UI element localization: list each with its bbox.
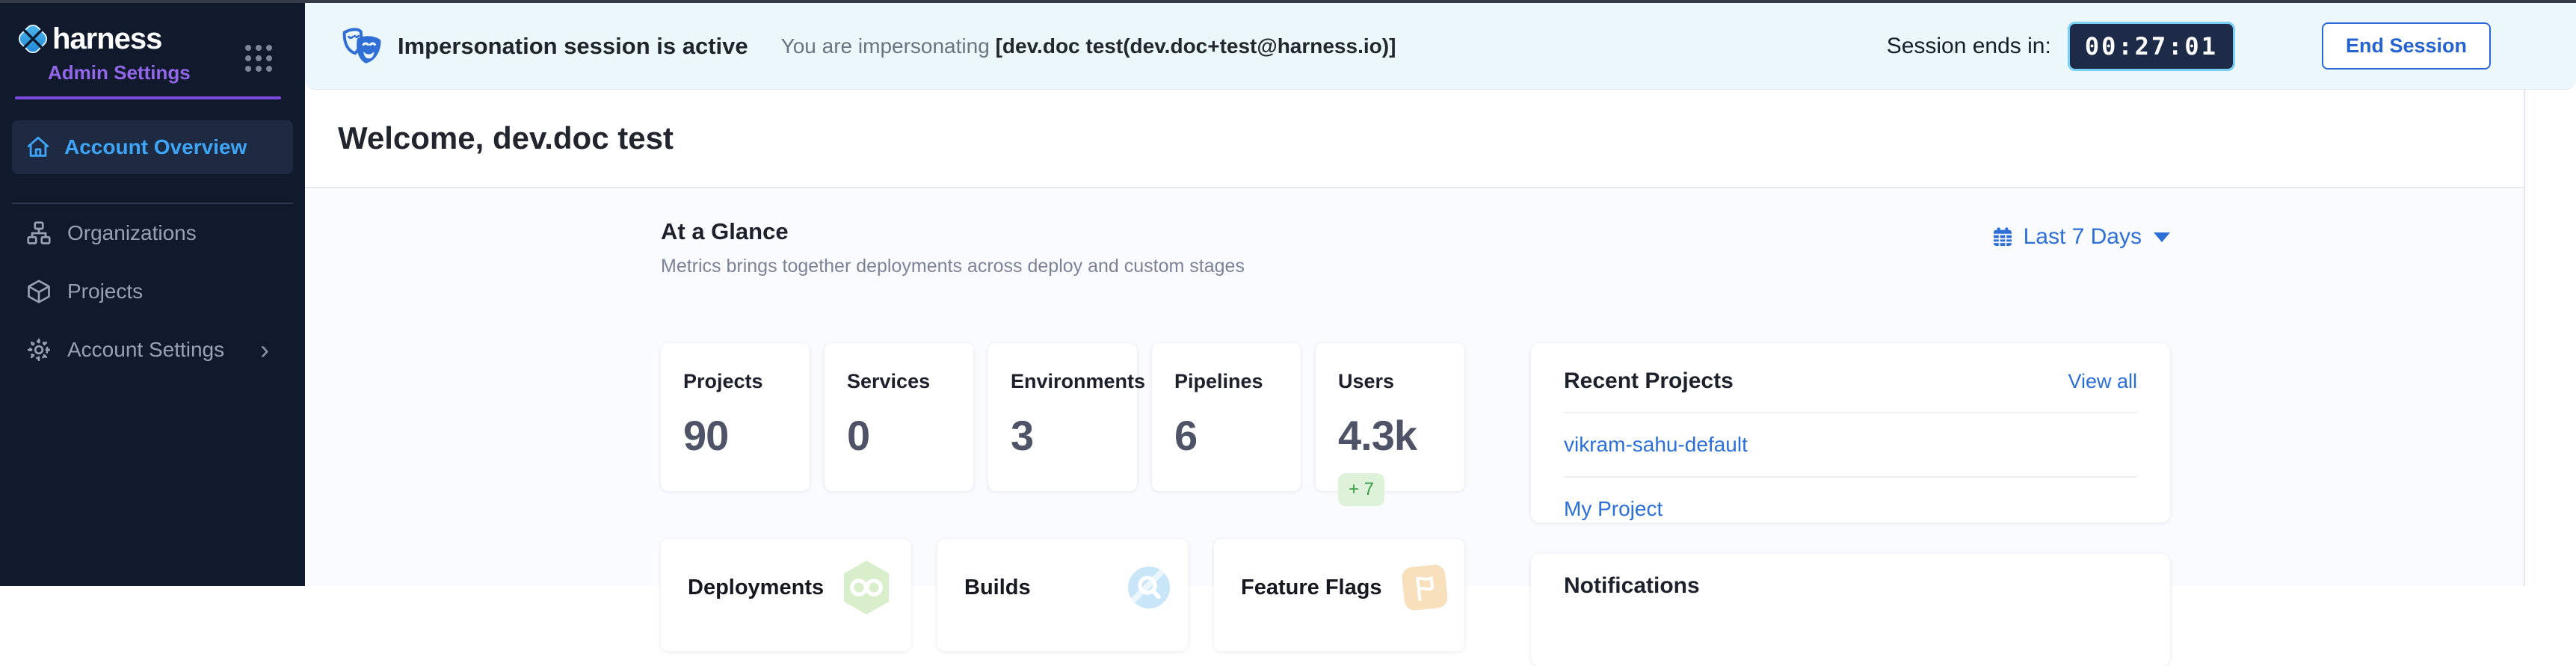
- module-label: Deployments: [688, 576, 824, 600]
- date-range-label: Last 7 Days: [2024, 224, 2142, 250]
- deployments-icon: [839, 559, 893, 616]
- module-label: Builds: [964, 576, 1031, 600]
- stat-card-users: Users 4.3k + 7: [1316, 343, 1464, 491]
- impersonation-banner: Impersonation session is active You are …: [305, 3, 2576, 90]
- end-session-button[interactable]: End Session: [2322, 22, 2491, 70]
- stat-value: 4.3k: [1338, 411, 1449, 460]
- view-all-link[interactable]: View all: [2068, 370, 2137, 393]
- logo-wordmark: harness: [52, 22, 161, 56]
- sidebar-item-label: Account Settings: [67, 338, 224, 362]
- session-ends-label: Session ends in:: [1887, 34, 2051, 59]
- section-subtitle: Metrics brings together deployments acro…: [661, 256, 1245, 277]
- users-delta-badge: + 7: [1338, 473, 1384, 506]
- home-icon: [25, 135, 51, 160]
- notifications-panel: Notifications: [1531, 554, 2170, 666]
- impersonating-prefix: You are impersonating: [781, 34, 996, 58]
- caret-down-icon: [2154, 232, 2170, 242]
- stat-card-projects: Projects 90: [661, 343, 810, 491]
- edition-underline: [15, 96, 281, 99]
- org-chart-icon: [25, 220, 52, 247]
- module-card-builds[interactable]: Builds: [937, 539, 1188, 651]
- sidebar: harness Admin Settings Account Overview …: [0, 3, 305, 586]
- stat-value: 6: [1174, 411, 1286, 460]
- stat-label: Pipelines: [1174, 370, 1286, 393]
- harness-logo-icon: [15, 21, 51, 57]
- theater-masks-icon: [341, 26, 384, 67]
- stat-label: Users: [1338, 370, 1449, 393]
- gear-icon: [25, 336, 52, 363]
- stat-card-pipelines: Pipelines 6: [1152, 343, 1301, 491]
- sidebar-item-organizations[interactable]: Organizations: [0, 204, 305, 262]
- stat-label: Projects: [683, 370, 795, 393]
- page-title: Welcome, dev.doc test: [338, 120, 674, 156]
- glance-header: At a Glance Metrics brings together depl…: [661, 218, 1245, 277]
- main-content: At a Glance Metrics brings together depl…: [305, 190, 2524, 586]
- stats-row: Projects 90 Services 0 Environments 3 Pi…: [661, 343, 1464, 491]
- section-title: At a Glance: [661, 218, 1245, 245]
- builds-icon: [1128, 567, 1170, 608]
- modules-row: Deployments Builds: [661, 539, 1464, 651]
- sidebar-item-account-overview[interactable]: Account Overview: [12, 120, 293, 174]
- calendar-icon: [1991, 225, 2015, 249]
- sidebar-item-projects[interactable]: Projects: [0, 262, 305, 321]
- stat-value: 3: [1011, 411, 1122, 460]
- module-card-deployments[interactable]: Deployments: [661, 539, 911, 651]
- stat-card-services: Services 0: [825, 343, 973, 491]
- session-timer: 00:27:01: [2068, 22, 2235, 71]
- sidebar-item-label: Organizations: [67, 221, 197, 245]
- scrollbar-track[interactable]: [2524, 90, 2576, 586]
- stat-card-environments: Environments 3: [988, 343, 1137, 491]
- recent-project-link[interactable]: vikram-sahu-default: [1564, 413, 2137, 478]
- recent-project-link[interactable]: My Project: [1564, 478, 2137, 540]
- stat-label: Environments: [1011, 370, 1122, 393]
- banner-subtitle: You are impersonating [dev.doc test(dev.…: [781, 34, 1396, 58]
- banner-title: Impersonation session is active: [398, 33, 748, 60]
- recent-projects-panel: Recent Projects View all vikram-sahu-def…: [1531, 343, 2170, 522]
- module-card-feature-flags[interactable]: Feature Flags: [1214, 539, 1464, 651]
- module-label: Feature Flags: [1241, 576, 1382, 600]
- feature-flags-icon: [1401, 564, 1449, 611]
- sidebar-item-label: Projects: [67, 280, 143, 303]
- welcome-band: Welcome, dev.doc test: [305, 90, 2524, 188]
- recent-projects-title: Recent Projects: [1564, 369, 1734, 394]
- chevron-right-icon: ›: [260, 336, 269, 363]
- sidebar-item-account-settings[interactable]: Account Settings ›: [0, 321, 305, 379]
- cube-icon: [25, 278, 52, 305]
- stat-label: Services: [847, 370, 958, 393]
- stat-value: 0: [847, 411, 958, 460]
- date-range-picker[interactable]: Last 7 Days: [1991, 224, 2170, 250]
- impersonated-user: [dev.doc test(dev.doc+test@harness.io)]: [996, 34, 1396, 58]
- session-timer-value: 00:27:01: [2085, 32, 2218, 61]
- sidebar-item-label: Account Overview: [64, 135, 247, 159]
- stat-value: 90: [683, 411, 795, 460]
- app-grid-icon[interactable]: [245, 45, 272, 72]
